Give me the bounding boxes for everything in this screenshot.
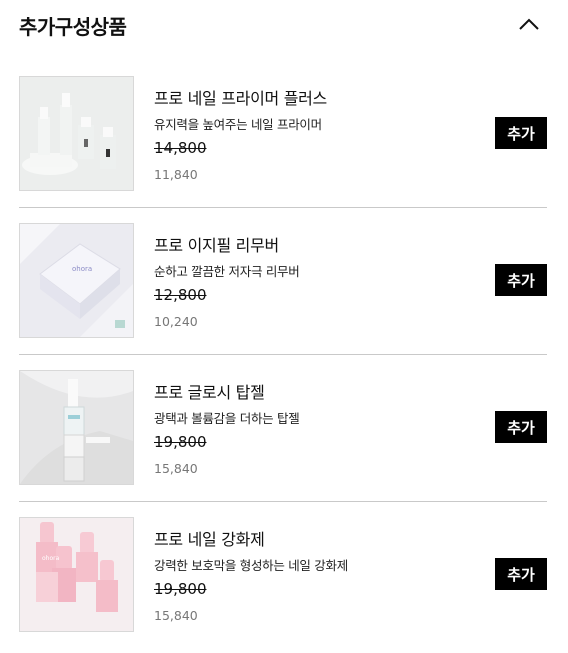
product-name[interactable]: 프로 네일 강화제 bbox=[154, 526, 265, 550]
product-image-top-gel[interactable] bbox=[19, 370, 134, 485]
product-name[interactable]: 프로 이지필 리무버 bbox=[154, 232, 279, 256]
product-description: 순하고 깔끔한 저자극 리무버 bbox=[154, 264, 300, 279]
original-price: 19,800 bbox=[154, 433, 207, 451]
product-item: 프로 네일 프라이머 플러스 유지력을 높여주는 네일 프라이머 14,800 … bbox=[19, 61, 547, 208]
product-description: 유지력을 높여주는 네일 프라이머 bbox=[154, 117, 322, 132]
product-description: 강력한 보호막을 형성하는 네일 강화제 bbox=[154, 558, 348, 573]
sale-price: 15,840 bbox=[154, 461, 198, 476]
product-name[interactable]: 프로 글로시 탑젤 bbox=[154, 379, 265, 403]
product-list: 프로 네일 프라이머 플러스 유지력을 높여주는 네일 프라이머 14,800 … bbox=[19, 61, 547, 648]
product-description: 광택과 볼륨감을 더하는 탑젤 bbox=[154, 411, 300, 426]
original-price: 19,800 bbox=[154, 580, 207, 598]
product-image-primer[interactable] bbox=[19, 76, 134, 191]
chevron-up-icon[interactable] bbox=[514, 12, 544, 36]
product-name[interactable]: 프로 네일 프라이머 플러스 bbox=[154, 85, 327, 109]
product-image-remover[interactable]: ohora bbox=[19, 223, 134, 338]
section-header: 추가구성상품 bbox=[0, 0, 568, 50]
add-button[interactable]: 추가 bbox=[495, 117, 547, 149]
product-item: 프로 글로시 탑젤 광택과 볼륨감을 더하는 탑젤 19,800 15,840 … bbox=[19, 355, 547, 502]
product-image-strengthener[interactable]: ohora bbox=[19, 517, 134, 632]
original-price: 14,800 bbox=[154, 139, 207, 157]
original-price: 12,800 bbox=[154, 286, 207, 304]
section-title: 추가구성상품 bbox=[19, 15, 127, 39]
add-button[interactable]: 추가 bbox=[495, 558, 547, 590]
product-item: ohora 프로 이지필 리무버 순하고 깔끔한 저자극 리무버 12,800 … bbox=[19, 208, 547, 355]
add-button[interactable]: 추가 bbox=[495, 264, 547, 296]
sale-price: 10,240 bbox=[154, 314, 198, 329]
product-image-label: ohora bbox=[72, 265, 92, 273]
product-item: ohora 프로 네일 강화제 강력한 보호막을 형성하는 네일 강화제 19,… bbox=[19, 502, 547, 648]
product-image-label: ohora bbox=[42, 555, 60, 562]
sale-price: 15,840 bbox=[154, 608, 198, 623]
add-button[interactable]: 추가 bbox=[495, 411, 547, 443]
sale-price: 11,840 bbox=[154, 167, 198, 182]
